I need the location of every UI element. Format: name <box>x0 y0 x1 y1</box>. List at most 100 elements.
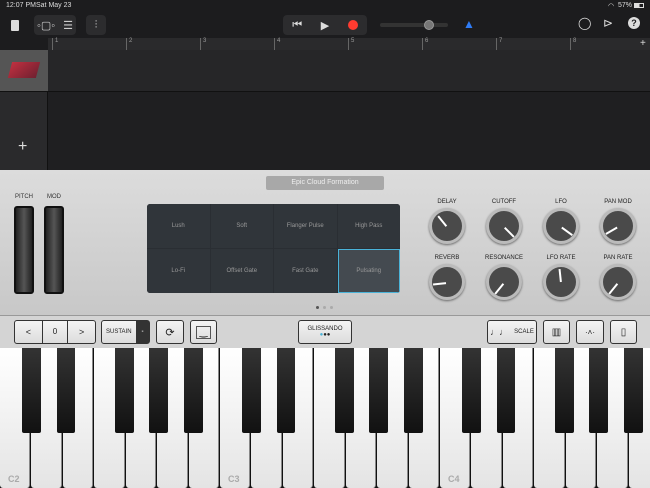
knob-label: PAN MOD <box>604 199 632 205</box>
settings-icon[interactable]: ⊳ <box>603 16 613 30</box>
arpeggio-pattern-button[interactable]: ·˄· <box>576 320 604 344</box>
knob-pan-rate[interactable] <box>600 264 636 300</box>
add-track-button[interactable]: + <box>18 138 27 156</box>
black-key[interactable] <box>183 348 203 433</box>
octave-up-button[interactable]: > <box>68 327 95 337</box>
octave-control: < 0 > <box>14 320 96 344</box>
ruler-bar-number: 4 <box>274 38 280 50</box>
sustain-button[interactable]: SUSTAIN ▪ <box>101 320 150 344</box>
track-headers: + <box>0 50 48 170</box>
track-lane[interactable] <box>48 50 650 92</box>
go-to-beginning-button[interactable]: ⏮ <box>292 19 302 32</box>
loop-browser-icon[interactable]: ◯ <box>578 16 591 30</box>
knob-indicator <box>561 226 573 237</box>
timeline-ruler[interactable]: 1 2 3 4 5 6 7 8 <box>48 38 650 50</box>
transform-pad[interactable]: High Pass <box>337 204 400 248</box>
status-date: Sat May 23 <box>36 2 72 9</box>
knob-resonance[interactable] <box>486 264 522 300</box>
octave-value: 0 <box>41 321 69 343</box>
octave-down-button[interactable]: < <box>15 327 42 337</box>
piano-keyboard: C2 C3 C4 <box>0 348 650 488</box>
black-key[interactable] <box>589 348 609 433</box>
black-key[interactable] <box>114 348 134 433</box>
black-key[interactable] <box>403 348 423 433</box>
transform-pad[interactable]: Fast Gate <box>274 249 337 293</box>
black-key[interactable] <box>276 348 296 433</box>
transform-pad[interactable]: Pulsating <box>337 249 400 293</box>
page-indicator-dot[interactable] <box>330 306 333 309</box>
mixer-icon: ⫶ <box>94 18 98 31</box>
ruler-bar-number: 1 <box>52 38 58 50</box>
arpeggiator-icon: ⟳ <box>165 326 175 339</box>
black-key[interactable] <box>496 348 516 433</box>
alchemy-synth-panel: Epic Cloud Formation PITCH MOD Lush Soft F… <box>0 170 650 315</box>
knob-reverb[interactable] <box>429 264 465 300</box>
battery-percent: 57% <box>618 2 633 9</box>
track-header-keyboard[interactable] <box>0 50 48 92</box>
metronome-icon[interactable]: ▲ <box>463 17 475 31</box>
knob-indicator <box>504 227 515 238</box>
knob-lfo[interactable] <box>543 208 579 244</box>
knob-indicator <box>605 226 618 235</box>
play-button[interactable]: ▶ <box>321 19 329 32</box>
mixer-button[interactable]: ⫶ <box>86 15 106 35</box>
knob-indicator <box>494 283 505 295</box>
scale-notes-icon: ♩♩ <box>490 327 509 337</box>
transform-pad[interactable]: Flanger Pulse <box>274 204 337 248</box>
keyboard-layout-button[interactable]: ▥ <box>543 320 570 344</box>
my-songs-button[interactable] <box>6 15 24 35</box>
black-key[interactable] <box>462 348 481 433</box>
knob-lfo-rate[interactable] <box>543 264 579 300</box>
black-key[interactable] <box>22 348 41 433</box>
knob-label: LFO <box>555 199 567 205</box>
pitch-label: PITCH <box>15 194 33 200</box>
ruler-bar-number: 6 <box>422 38 428 50</box>
black-key[interactable] <box>554 348 574 433</box>
black-key[interactable] <box>369 348 389 433</box>
ruler-bar-number: 8 <box>570 38 576 50</box>
knob-cutoff[interactable] <box>486 208 522 244</box>
glissando-button[interactable]: GLISSANDO ●●● <box>298 320 352 344</box>
ruler-bar-number: 2 <box>126 38 132 50</box>
arpeggio-icon: ·˄· <box>585 327 595 337</box>
ruler-bar-number: 5 <box>348 38 354 50</box>
velocity-button[interactable]: ▯ <box>610 320 637 344</box>
volume-slider[interactable] <box>380 20 448 30</box>
transform-pad-grid: Lush Soft Flanger Pulse High Pass Lo-Fi Offse… <box>147 204 400 293</box>
keyboard-settings-button[interactable]: ‿ <box>190 320 217 344</box>
piano-keys-icon: ▥ <box>551 326 562 338</box>
arpeggiator-button[interactable]: ⟳ <box>156 320 184 344</box>
sustain-lock-icon[interactable]: ▪ <box>136 321 149 343</box>
black-key[interactable] <box>334 348 354 433</box>
add-section-button[interactable]: + <box>640 38 646 49</box>
black-key[interactable] <box>623 348 643 433</box>
black-key[interactable] <box>56 348 76 433</box>
volume-thumb[interactable] <box>424 20 434 30</box>
pitch-wheel[interactable] <box>14 206 34 294</box>
black-key[interactable] <box>242 348 261 433</box>
scale-button[interactable]: ♩♩ SCALE <box>487 320 537 344</box>
toolbar: ◦▢◦ ☰ ⫶ ⏮ ▶ ▲ ◯ ⊳ ? <box>0 12 650 38</box>
knob-indicator <box>437 215 448 227</box>
transform-pad[interactable]: Soft <box>210 204 273 248</box>
browser-icon[interactable]: ◦▢◦ <box>37 19 55 32</box>
record-button[interactable] <box>347 20 358 30</box>
ruler-bar-number: 3 <box>200 38 206 50</box>
transform-pad[interactable]: Lush <box>147 204 210 248</box>
preset-name-button[interactable]: Epic Cloud Formation <box>266 176 384 190</box>
page-indicator-dot[interactable] <box>316 306 319 309</box>
tracks-view-icon[interactable]: ☰ <box>63 19 73 32</box>
tracks-area[interactable]: + <box>0 50 650 170</box>
help-icon[interactable]: ? <box>628 17 640 29</box>
knob-indicator <box>558 268 562 283</box>
wifi-icon: ◠ <box>608 3 615 10</box>
view-toggle-group: ◦▢◦ ☰ <box>34 15 76 35</box>
transform-pad[interactable]: Lo-Fi <box>147 249 210 293</box>
mod-wheel[interactable] <box>44 206 64 294</box>
transform-pad[interactable]: Offset Gate <box>210 249 273 293</box>
knob-label: PAN RATE <box>603 255 633 261</box>
knob-delay[interactable] <box>429 208 465 244</box>
black-key[interactable] <box>149 348 169 433</box>
knob-pan-mod[interactable] <box>600 208 636 244</box>
page-indicator-dot[interactable] <box>323 306 326 309</box>
